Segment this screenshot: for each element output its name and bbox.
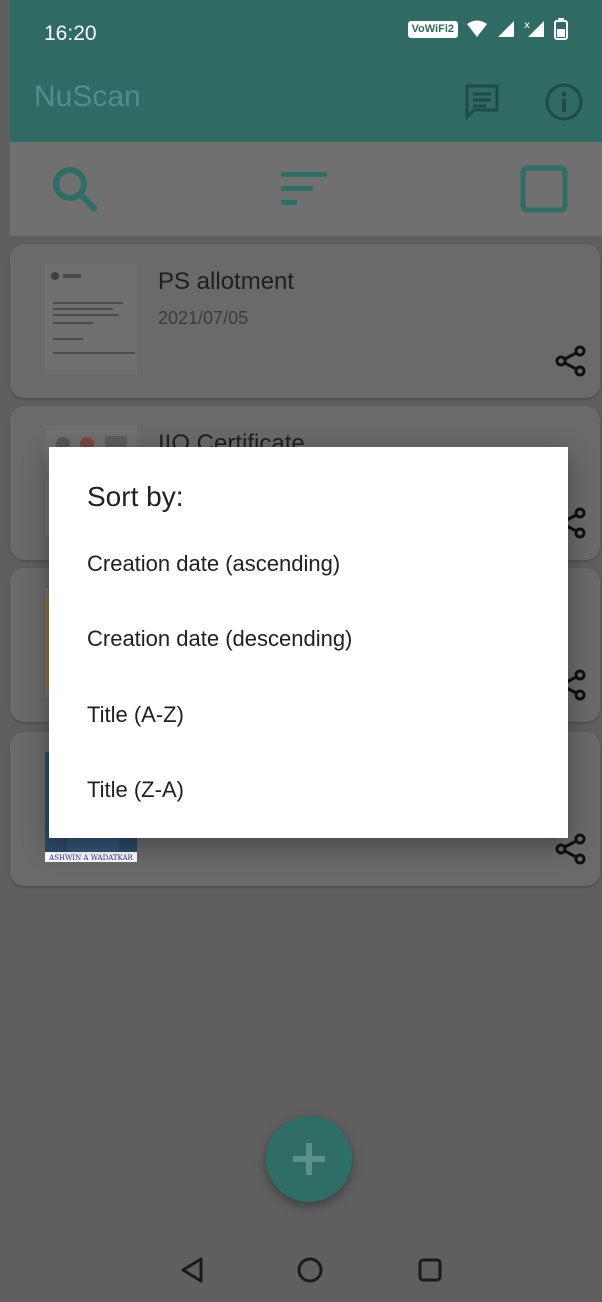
add-icon xyxy=(293,1143,325,1175)
battery-icon xyxy=(554,18,568,40)
sort-icon xyxy=(281,172,327,205)
message-button[interactable] xyxy=(456,76,508,128)
info-button[interactable] xyxy=(538,76,590,128)
thumb-caption: ASHWIN A WADATKAR xyxy=(48,854,133,862)
app-title: NuScan xyxy=(34,80,141,113)
sort-option-creation-date-ascending[interactable]: Creation date (ascending) xyxy=(87,539,547,589)
info-icon xyxy=(545,83,583,121)
document-title: PS allotment xyxy=(158,268,295,295)
screen: 16:20 VoWiFi2 x NuScan PS allotment 2021… xyxy=(0,0,602,1302)
sort-option-title-z-a[interactable]: Title (Z-A) xyxy=(87,765,547,815)
sort-dialog: Sort by: Creation date (ascending) Creat… xyxy=(49,447,568,838)
recents-icon xyxy=(418,1258,442,1282)
back-icon xyxy=(181,1257,203,1283)
status-icons: VoWiFi2 x xyxy=(407,18,568,40)
message-icon xyxy=(465,84,499,121)
document-date: 2021/07/05 xyxy=(158,308,249,328)
app-bar: NuScan xyxy=(10,62,602,142)
sort-option-title-a-z[interactable]: Title (A-Z) xyxy=(87,690,547,740)
search-button[interactable] xyxy=(46,160,104,218)
select-all-button[interactable] xyxy=(515,160,573,218)
checkbox-outline-icon xyxy=(520,165,568,213)
search-icon xyxy=(53,167,97,211)
share-icon[interactable] xyxy=(554,344,588,378)
add-document-button[interactable] xyxy=(266,1116,352,1202)
nav-home-button[interactable] xyxy=(288,1248,332,1292)
home-icon xyxy=(297,1257,323,1283)
signal-icon xyxy=(498,21,514,37)
wifi-icon xyxy=(467,20,487,37)
sort-button[interactable] xyxy=(276,160,334,218)
svg-text:x: x xyxy=(524,20,530,31)
signal-x-icon: x xyxy=(524,20,544,37)
document-toolbar xyxy=(10,142,602,236)
nav-recents-button[interactable] xyxy=(408,1248,452,1292)
vowifi-badge: VoWiFi2 xyxy=(407,20,458,38)
sort-option-creation-date-descending[interactable]: Creation date (descending) xyxy=(87,614,547,664)
nav-back-button[interactable] xyxy=(170,1248,214,1292)
status-time: 16:20 xyxy=(44,22,97,45)
system-nav-bar xyxy=(10,1236,602,1302)
document-card[interactable]: PS allotment 2021/07/05 xyxy=(10,244,600,398)
document-thumbnail xyxy=(45,264,137,374)
sort-dialog-title: Sort by: xyxy=(87,481,184,512)
status-bar: 16:20 VoWiFi2 x xyxy=(10,0,602,62)
